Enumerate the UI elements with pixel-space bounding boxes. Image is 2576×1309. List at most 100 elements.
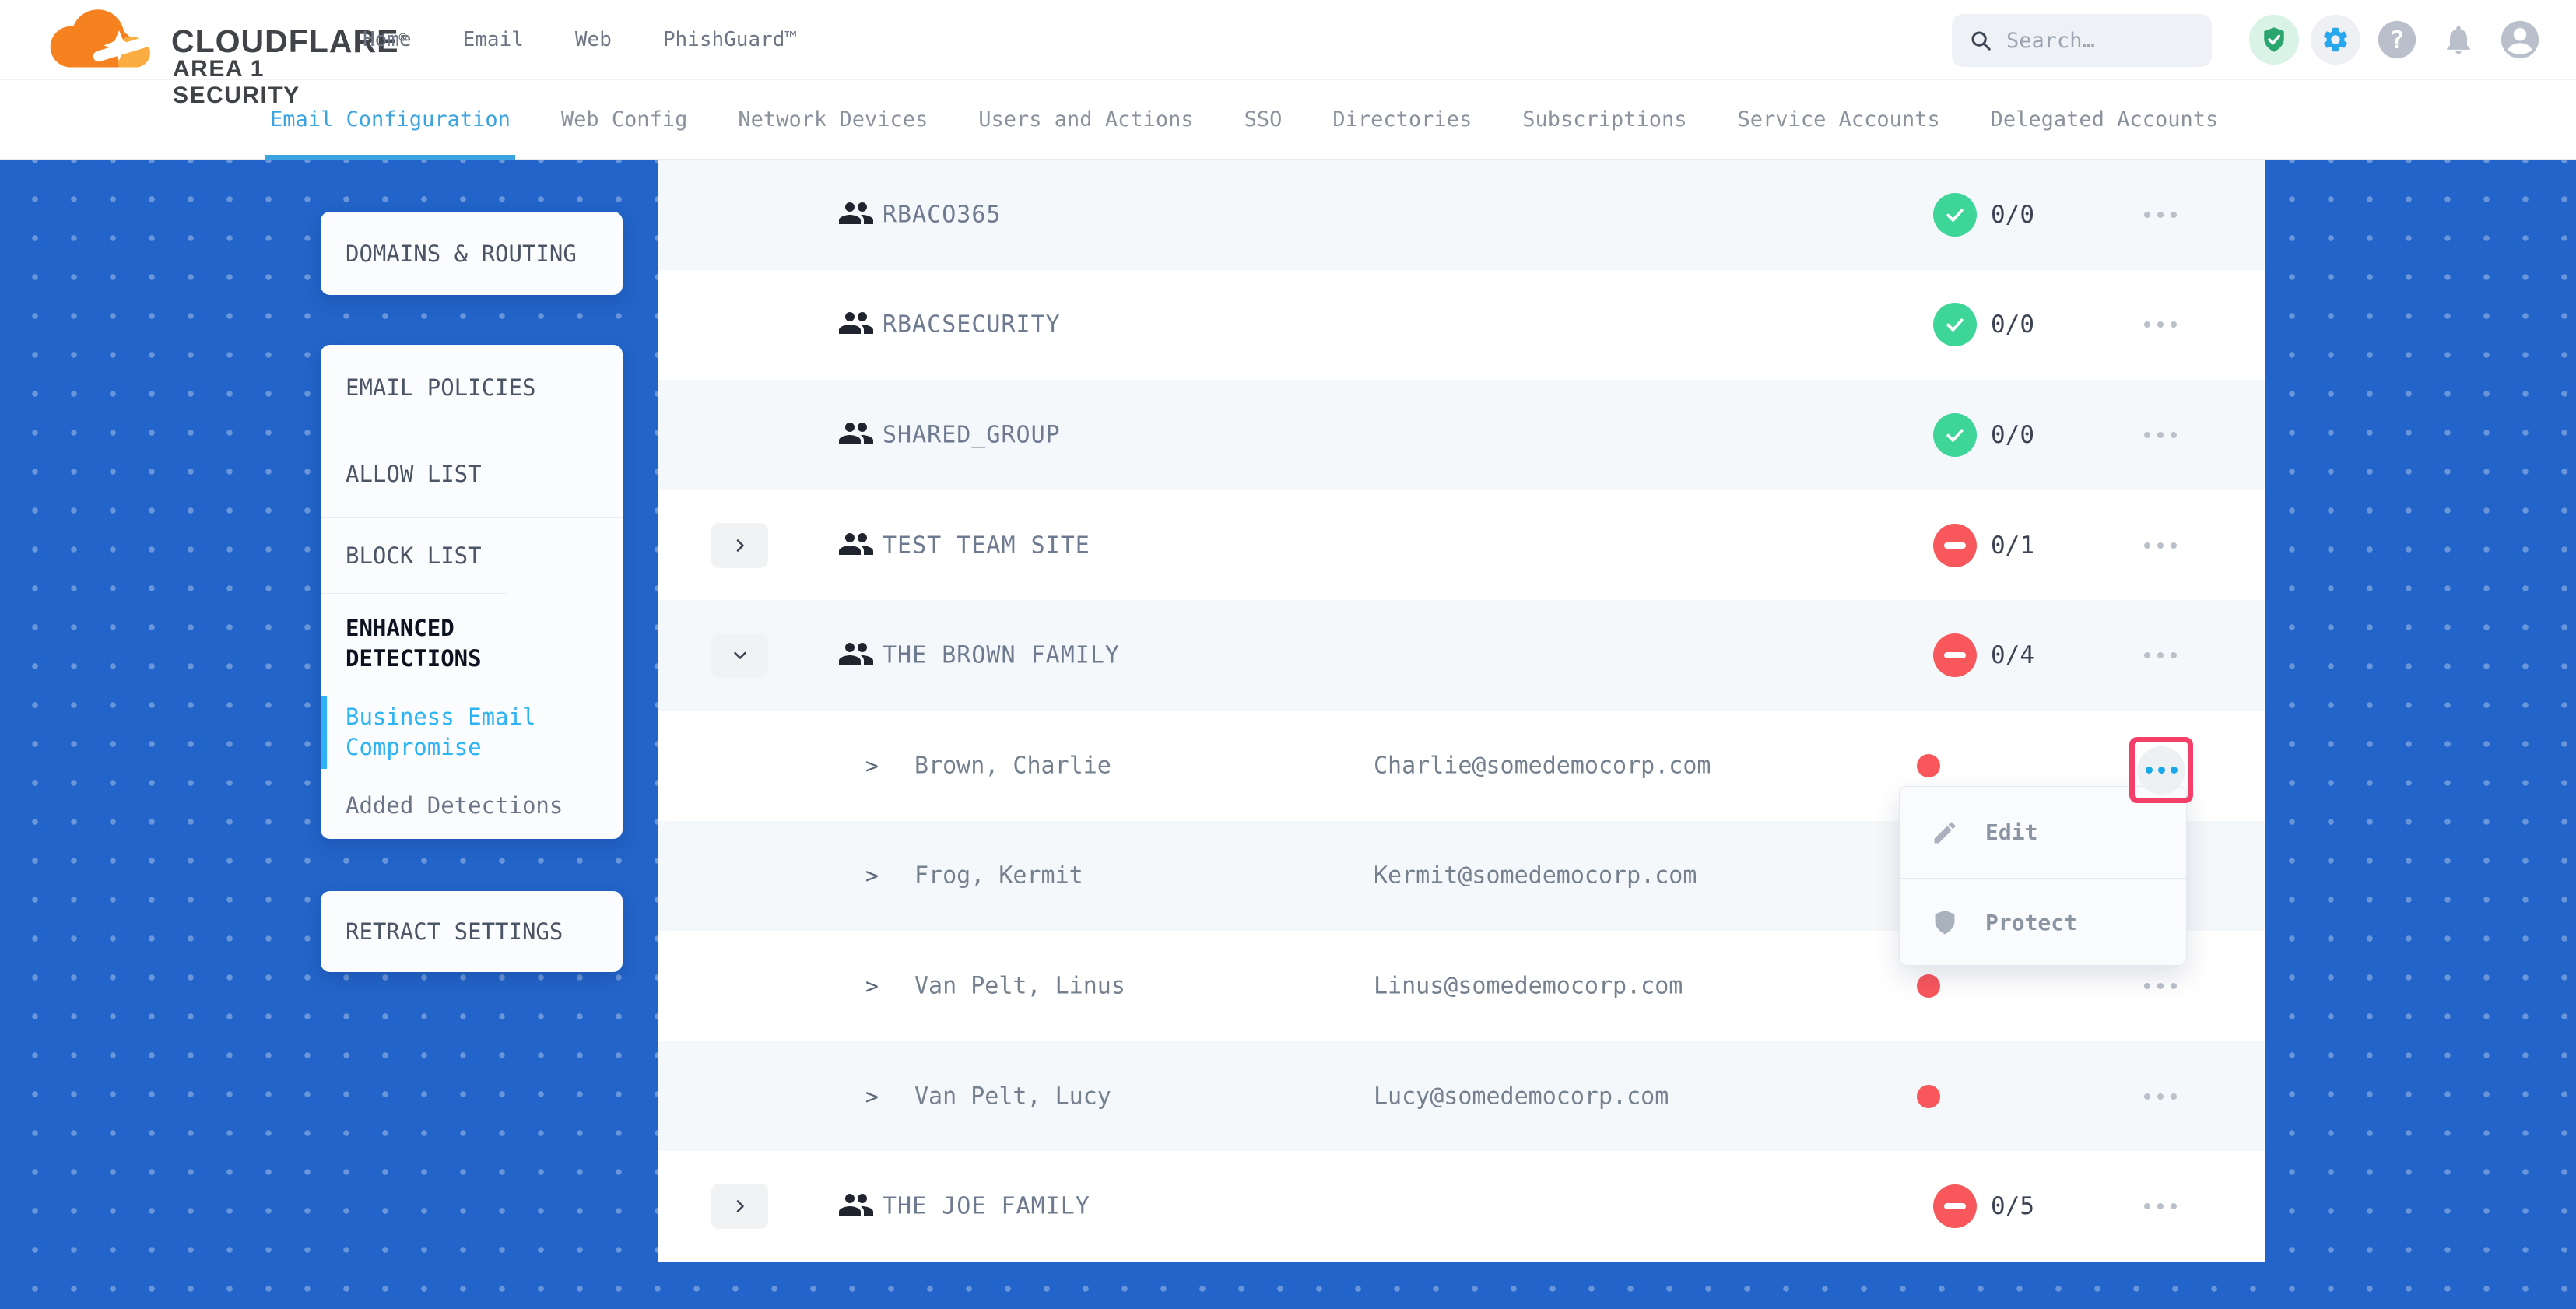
tab-directories[interactable]: Directories [1332,79,1472,160]
row-context-menu: Edit Protect [1899,786,2187,966]
help-icon[interactable]: ? [2372,15,2422,65]
sidebar-item-block-list[interactable]: BLOCK LIST [321,517,623,593]
tab-network-devices[interactable]: Network Devices [738,79,928,160]
row-actions-button[interactable] [2129,522,2192,569]
sidebar-item-email-policies[interactable]: EMAIL POLICIES [321,345,623,430]
member-email: Charlie@somedemocorp.com [1374,752,1711,779]
shield-icon [1931,908,1959,936]
added-detections-label: Added Detections [346,791,563,821]
groups-table: RBACO365 0/0 RBACSECURITY 0/0 [658,160,2265,1262]
allow-list-label: ALLOW LIST [346,461,482,487]
row-actions-button[interactable] [2129,412,2192,458]
sidebar-item-enhanced-detections[interactable]: ENHANCED DETECTIONS [321,593,507,693]
sidebar-item-business-email-compromise[interactable]: Business Email Compromise [321,693,623,772]
table-row[interactable]: THE JOE FAMILY 0/5 [658,1151,2265,1262]
member-name: Frog, Kermit [914,862,1083,890]
table-row[interactable]: RBACO365 0/0 [658,160,2265,270]
nav-phishguard[interactable]: PhishGuard™ [663,28,797,51]
cloudflare-logo: CLOUDFLARE® AREA 1 SECURITY [45,5,310,78]
chevron-down-icon [731,646,749,665]
sidebar-item-domains-routing[interactable]: DOMAINS & ROUTING [321,212,623,295]
tab-sso[interactable]: SSO [1244,79,1283,160]
member-email: Lucy@somedemocorp.com [1374,1083,1669,1110]
main-background: DOMAINS & ROUTING EMAIL POLICIES ALLOW L… [0,160,2576,1309]
retract-settings-label: RETRACT SETTINGS [321,918,563,945]
header-nav: Home Email Web PhishGuard™ [363,0,797,79]
status-badge-fail [1933,633,1977,677]
group-icon [837,635,875,676]
protection-count: 0/0 [1991,311,2034,339]
secondary-nav: Email Configuration Web Config Network D… [0,79,2576,160]
chevron-right-icon [731,1197,749,1216]
email-policies-label: EMAIL POLICIES [346,374,535,401]
table-row[interactable]: > Van Pelt, Lucy Lucy@somedemocorp.com [658,1041,2265,1152]
chevron-right-icon [731,536,749,555]
row-actions-button[interactable] [2129,963,2192,1009]
nav-email[interactable]: Email [463,28,524,51]
protection-count: 0/5 [1991,1192,2034,1220]
member-arrow-icon: > [865,863,879,889]
app-root: CLOUDFLARE® AREA 1 SECURITY Home Email W… [0,0,2576,1309]
table-row[interactable]: RBACSECURITY 0/0 [658,270,2265,381]
member-arrow-icon: > [865,973,879,998]
search-bar[interactable] [1952,14,2212,67]
status-badge-pass [1933,413,1977,457]
row-actions-button-active[interactable] [2137,746,2185,795]
group-icon [837,1186,875,1227]
protection-count: 0/0 [1991,201,2034,229]
sidebar-item-added-detections[interactable]: Added Detections [321,772,623,839]
row-actions-button[interactable] [2129,1183,2192,1230]
shield-check-icon[interactable] [2249,15,2299,65]
member-email: Linus@somedemocorp.com [1374,972,1683,999]
account-avatar-icon[interactable] [2495,15,2545,65]
member-name: Van Pelt, Lucy [914,1083,1111,1110]
status-badge-fail [1933,524,1977,567]
sidebar-email-policies-card: EMAIL POLICIES ALLOW LIST BLOCK LIST ENH… [321,345,623,839]
sidebar-item-allow-list[interactable]: ALLOW LIST [321,430,623,517]
block-list-label: BLOCK LIST [346,542,482,569]
group-name: RBACSECURITY [883,311,1061,339]
nav-web[interactable]: Web [575,28,612,51]
table-row[interactable]: SHARED_GROUP 0/0 [658,380,2265,490]
menu-edit-label: Edit [1985,819,2037,845]
row-actions-button[interactable] [2129,632,2192,679]
sidebar-item-retract-settings[interactable]: RETRACT SETTINGS [321,891,623,972]
group-name: THE JOE FAMILY [883,1193,1090,1220]
search-input[interactable] [2005,28,2195,54]
domains-routing-label: DOMAINS & ROUTING [321,240,577,267]
brand-subtitle: AREA 1 SECURITY [173,56,310,109]
expand-row-button[interactable] [711,1184,768,1229]
protection-count: 0/4 [1991,641,2034,669]
group-name: SHARED_GROUP [883,421,1061,448]
row-actions-button[interactable] [2129,301,2192,348]
member-name: Brown, Charlie [914,752,1111,779]
status-badge-pass [1933,303,1977,346]
menu-item-protect[interactable]: Protect [1900,878,2186,966]
member-arrow-icon: > [865,1083,879,1109]
expand-row-button[interactable] [711,523,768,568]
status-badge-pass [1933,193,1977,237]
group-name: TEST TEAM SITE [883,532,1090,559]
group-icon [837,415,875,455]
status-dot-unprotected [1917,1085,1940,1108]
row-actions-button[interactable] [2129,191,2192,238]
tab-service-accounts[interactable]: Service Accounts [1738,79,1940,160]
group-icon [837,195,875,235]
notifications-bell-icon[interactable] [2434,15,2483,65]
table-row[interactable]: THE BROWN FAMILY 0/4 [658,600,2265,711]
row-actions-button[interactable] [2129,1073,2192,1120]
tab-delegated-accounts[interactable]: Delegated Accounts [1991,79,2219,160]
pencil-icon [1931,819,1959,847]
bec-label: Business Email Compromise [346,702,540,763]
settings-gear-icon[interactable] [2311,15,2360,65]
table-row[interactable]: TEST TEAM SITE 0/1 [658,490,2265,601]
member-name: Van Pelt, Linus [914,972,1125,999]
nav-home[interactable]: Home [363,28,412,51]
tab-web-config[interactable]: Web Config [561,79,688,160]
protection-count: 0/0 [1991,421,2034,449]
collapse-row-button[interactable] [711,633,768,678]
tab-subscriptions[interactable]: Subscriptions [1522,79,1686,160]
tab-users-and-actions[interactable]: Users and Actions [978,79,1193,160]
cloudflare-cloud-icon [45,6,162,78]
member-email: Kermit@somedemocorp.com [1374,862,1697,890]
